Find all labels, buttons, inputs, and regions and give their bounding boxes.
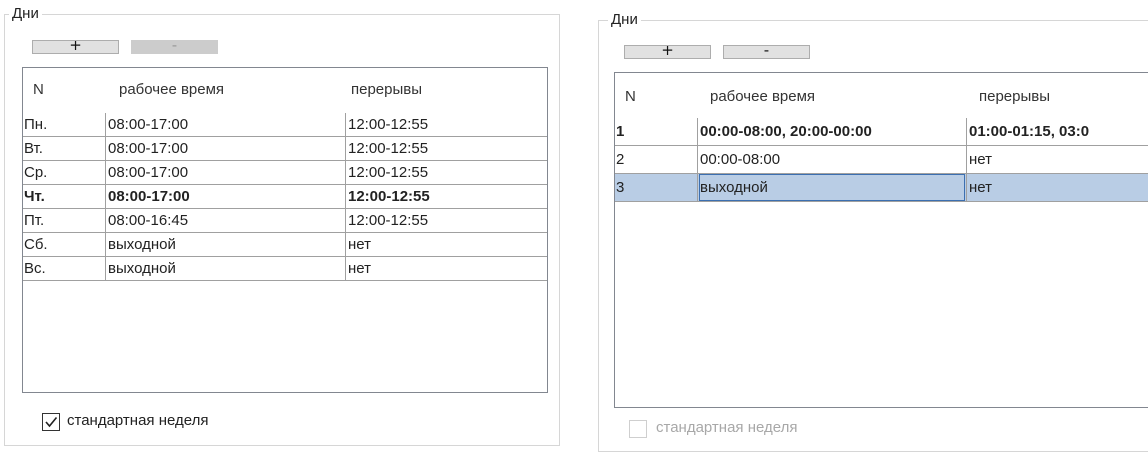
- column-divider: [697, 118, 698, 145]
- table-row[interactable]: Пт. 08:00-16:45 12:00-12:55: [23, 209, 547, 233]
- column-divider: [345, 137, 346, 160]
- remove-day-button-right[interactable]: -: [723, 45, 810, 59]
- cell-day-number[interactable]: 1: [615, 118, 697, 145]
- table-row[interactable]: 1 00:00-08:00, 20:00-00:00 01:00-01:15, 03…: [615, 118, 1148, 146]
- column-divider: [345, 185, 346, 208]
- cell-day-number[interactable]: Ср.: [23, 161, 105, 184]
- column-header-work-time[interactable]: рабочее время: [119, 81, 224, 98]
- cell-breaks[interactable]: 12:00-12:55: [347, 209, 547, 232]
- column-divider: [105, 233, 106, 256]
- column-divider: [345, 257, 346, 280]
- column-divider: [105, 185, 106, 208]
- cell-breaks[interactable]: 12:00-12:55: [347, 137, 547, 160]
- table-header: N рабочее время перерывы: [615, 73, 1148, 117]
- days-table-left[interactable]: N рабочее время перерывы Пн. 08:00-17:00 1…: [22, 67, 548, 393]
- column-divider: [966, 118, 967, 145]
- table-body: Пн. 08:00-17:00 12:00-12:55 Вт. 08:00-17:00 1…: [23, 113, 547, 283]
- column-divider: [345, 233, 346, 256]
- cell-day-number[interactable]: Пн.: [23, 113, 105, 136]
- cell-work-time[interactable]: 08:00-17:00: [107, 137, 343, 160]
- standard-week-checkbox-left[interactable]: [42, 413, 60, 431]
- cell-work-time[interactable]: выходной: [699, 174, 965, 201]
- column-header-work-time[interactable]: рабочее время: [710, 88, 815, 105]
- column-divider: [345, 113, 346, 136]
- standard-week-checkbox-right[interactable]: [629, 420, 647, 438]
- column-divider: [105, 209, 106, 232]
- cell-day-number[interactable]: 2: [615, 146, 697, 173]
- cell-work-time[interactable]: 00:00-08:00, 20:00-00:00: [699, 118, 965, 145]
- add-day-button-right[interactable]: +: [624, 45, 711, 59]
- cell-breaks[interactable]: 12:00-12:55: [347, 161, 547, 184]
- cell-work-time[interactable]: 08:00-17:00: [107, 161, 343, 184]
- table-row[interactable]: Вс. выходной нет: [23, 257, 547, 281]
- remove-day-button-left[interactable]: -: [131, 40, 218, 54]
- cell-work-time[interactable]: 08:00-17:00: [107, 113, 343, 136]
- column-header-breaks[interactable]: перерывы: [979, 88, 1050, 105]
- column-divider: [697, 174, 698, 201]
- cell-day-number[interactable]: Чт.: [23, 185, 105, 208]
- days-group-title-right: Дни: [608, 12, 641, 28]
- cell-work-time[interactable]: 08:00-17:00: [107, 185, 343, 208]
- cell-day-number[interactable]: Пт.: [23, 209, 105, 232]
- table-row[interactable]: Вт. 08:00-17:00 12:00-12:55: [23, 137, 547, 161]
- cell-work-time[interactable]: 08:00-16:45: [107, 209, 343, 232]
- column-divider: [105, 257, 106, 280]
- column-divider: [105, 113, 106, 136]
- column-divider: [345, 161, 346, 184]
- table-row[interactable]: Пн. 08:00-17:00 12:00-12:55: [23, 113, 547, 137]
- cell-breaks[interactable]: 12:00-12:55: [347, 185, 547, 208]
- cell-day-number[interactable]: Вс.: [23, 257, 105, 280]
- column-divider: [105, 161, 106, 184]
- column-header-n[interactable]: N: [625, 88, 636, 105]
- cell-breaks[interactable]: нет: [347, 233, 547, 256]
- check-icon: [45, 416, 58, 428]
- cell-day-number[interactable]: 3: [615, 174, 697, 201]
- column-divider: [966, 146, 967, 173]
- table-row[interactable]: Ср. 08:00-17:00 12:00-12:55: [23, 161, 547, 185]
- table-row[interactable]: Чт. 08:00-17:00 12:00-12:55: [23, 185, 547, 209]
- column-divider: [966, 174, 967, 201]
- standard-week-label-right: стандартная неделя: [656, 419, 798, 436]
- cell-breaks[interactable]: 12:00-12:55: [347, 113, 547, 136]
- standard-week-label-left: стандартная неделя: [67, 412, 209, 429]
- column-divider: [105, 137, 106, 160]
- column-divider: [345, 209, 346, 232]
- cell-breaks[interactable]: нет: [968, 174, 1148, 201]
- cell-breaks[interactable]: 01:00-01:15, 03:0: [968, 118, 1148, 145]
- cell-breaks[interactable]: нет: [968, 146, 1148, 173]
- column-header-breaks[interactable]: перерывы: [351, 81, 422, 98]
- cell-day-number[interactable]: Сб.: [23, 233, 105, 256]
- column-divider: [697, 146, 698, 173]
- cell-breaks[interactable]: нет: [347, 257, 547, 280]
- table-row[interactable]: 2 00:00-08:00 нет: [615, 146, 1148, 174]
- days-group-title-left: Дни: [9, 6, 42, 22]
- cell-work-time[interactable]: выходной: [107, 233, 343, 256]
- table-row[interactable]: 3 выходной нет: [615, 174, 1148, 202]
- days-table-right[interactable]: N рабочее время перерывы 1 00:00-08:00, 2…: [614, 72, 1148, 408]
- cell-work-time[interactable]: выходной: [107, 257, 343, 280]
- table-row[interactable]: Сб. выходной нет: [23, 233, 547, 257]
- column-header-n[interactable]: N: [33, 81, 44, 98]
- cell-work-time[interactable]: 00:00-08:00: [699, 146, 965, 173]
- table-body: 1 00:00-08:00, 20:00-00:00 01:00-01:15, 03…: [615, 118, 1148, 202]
- cell-day-number[interactable]: Вт.: [23, 137, 105, 160]
- table-header: N рабочее время перерывы: [23, 68, 547, 112]
- add-day-button-left[interactable]: +: [32, 40, 119, 54]
